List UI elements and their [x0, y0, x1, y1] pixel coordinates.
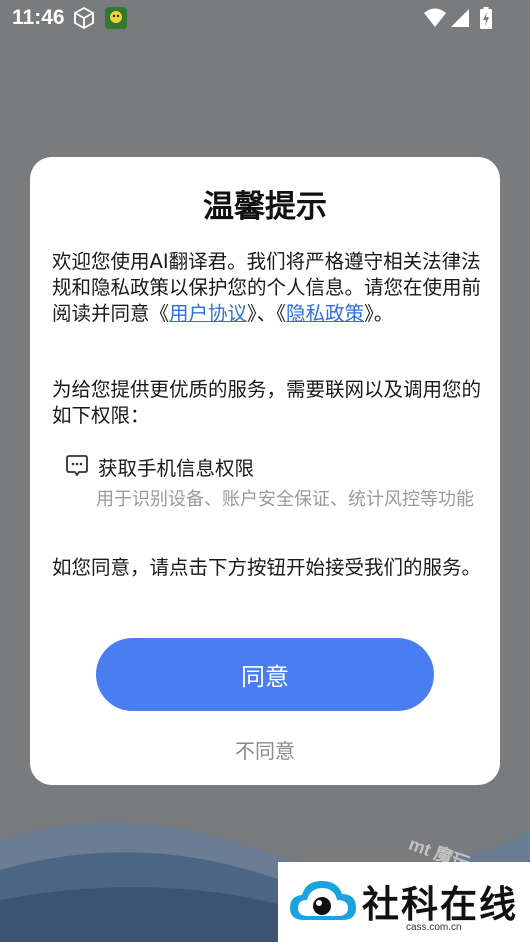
permission-intro-paragraph: 为给您提供更优质的服务，需要联网以及调用您的如下权限：: [52, 378, 482, 427]
cube-icon: [74, 6, 94, 30]
site-watermark: 社科在线 cass.com.cn: [278, 862, 530, 942]
watermark-title: 社科在线: [362, 882, 518, 926]
agree-button[interactable]: 同意: [96, 638, 434, 711]
message-icon: [66, 455, 88, 476]
privacy-policy-link[interactable]: 隐私政策: [286, 302, 364, 325]
privacy-dialog: 温馨提示 欢迎您使用AI翻译君。我们将严格遵守相关法律法规和隐私政策以保护您的个…: [30, 157, 500, 785]
watermark-subtitle: cass.com.cn: [406, 922, 462, 933]
permission-description: 用于识别设备、账户安全保证、统计风控等功能: [96, 489, 474, 510]
cloud-eye-logo-icon: [290, 880, 356, 920]
permission-title: 获取手机信息权限: [98, 457, 255, 480]
battery-icon: [480, 7, 492, 29]
signal-icon: [451, 9, 469, 27]
wifi-icon: [424, 8, 446, 27]
status-time: 11:46: [12, 6, 65, 29]
intro-text-c: 》。: [364, 302, 394, 325]
status-bar: 11:46: [0, 0, 530, 36]
disagree-button[interactable]: 不同意: [30, 735, 500, 764]
app-notification-icon: [105, 7, 127, 29]
user-agreement-link[interactable]: 用户协议: [169, 302, 247, 325]
dialog-title: 温馨提示: [203, 189, 327, 225]
intro-text-b: 》、《: [247, 302, 287, 325]
intro-paragraph: 欢迎您使用AI翻译君。我们将严格遵守相关法律法规和隐私政策以保护您的个人信息。请…: [52, 249, 482, 327]
consent-paragraph: 如您同意，请点击下方按钮开始接受我们的服务。: [52, 556, 482, 579]
